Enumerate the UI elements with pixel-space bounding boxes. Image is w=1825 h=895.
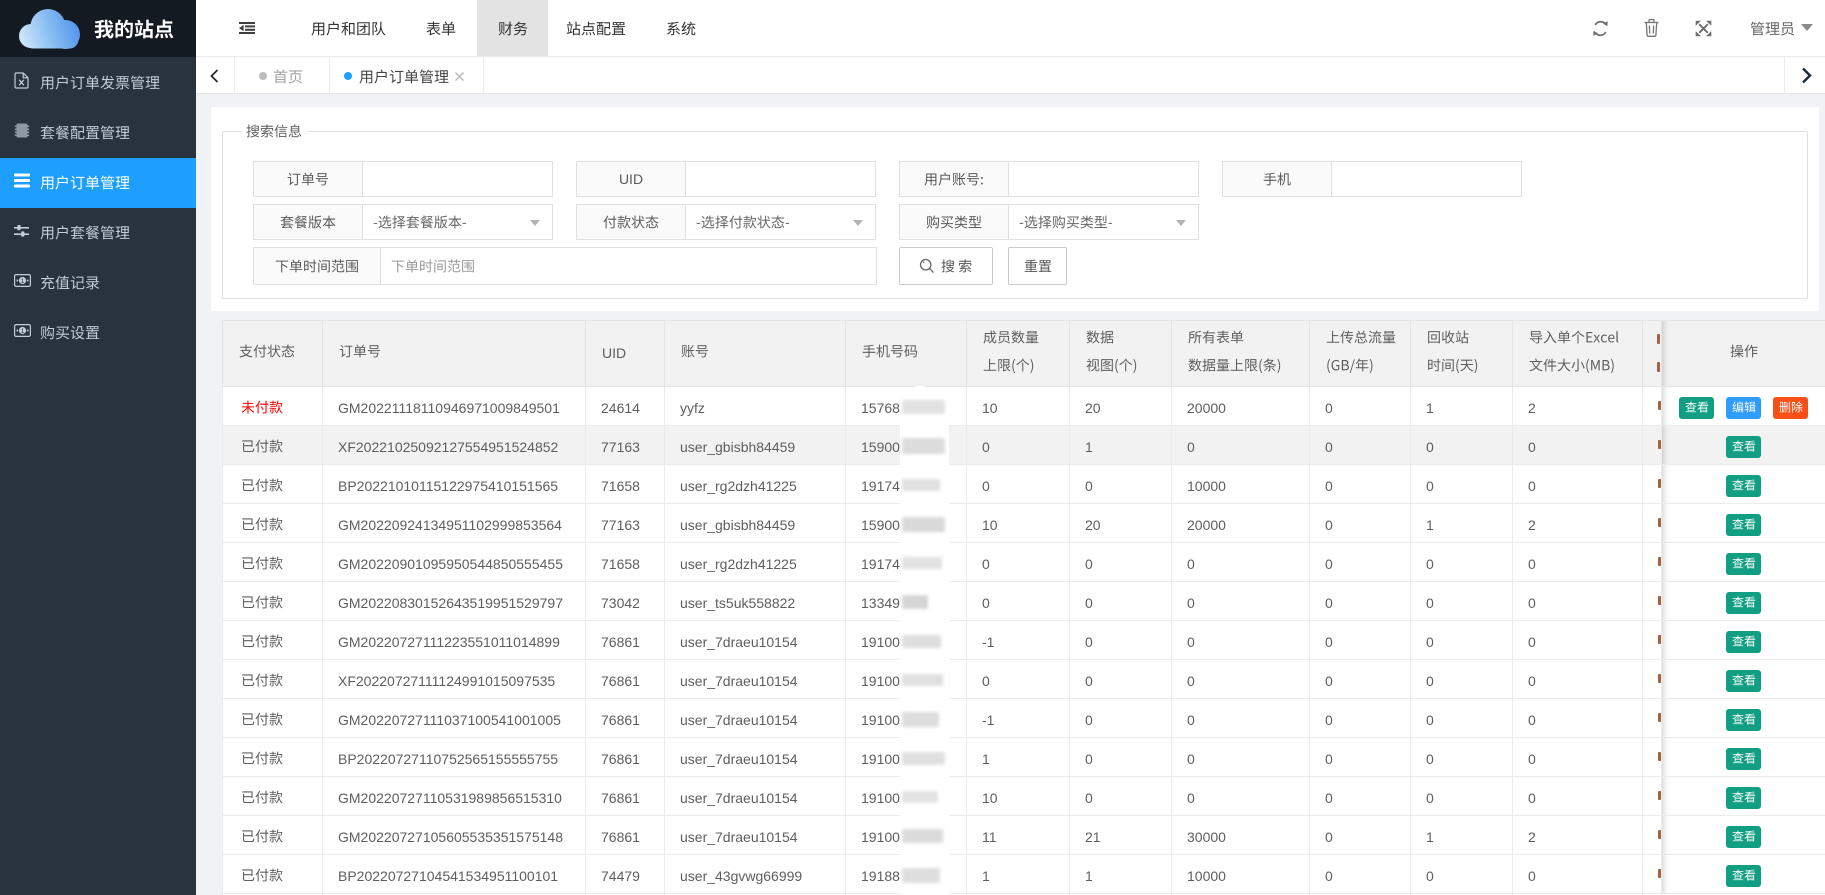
svg-text:1: 1 xyxy=(21,328,25,335)
svg-text:1: 1 xyxy=(21,278,25,285)
